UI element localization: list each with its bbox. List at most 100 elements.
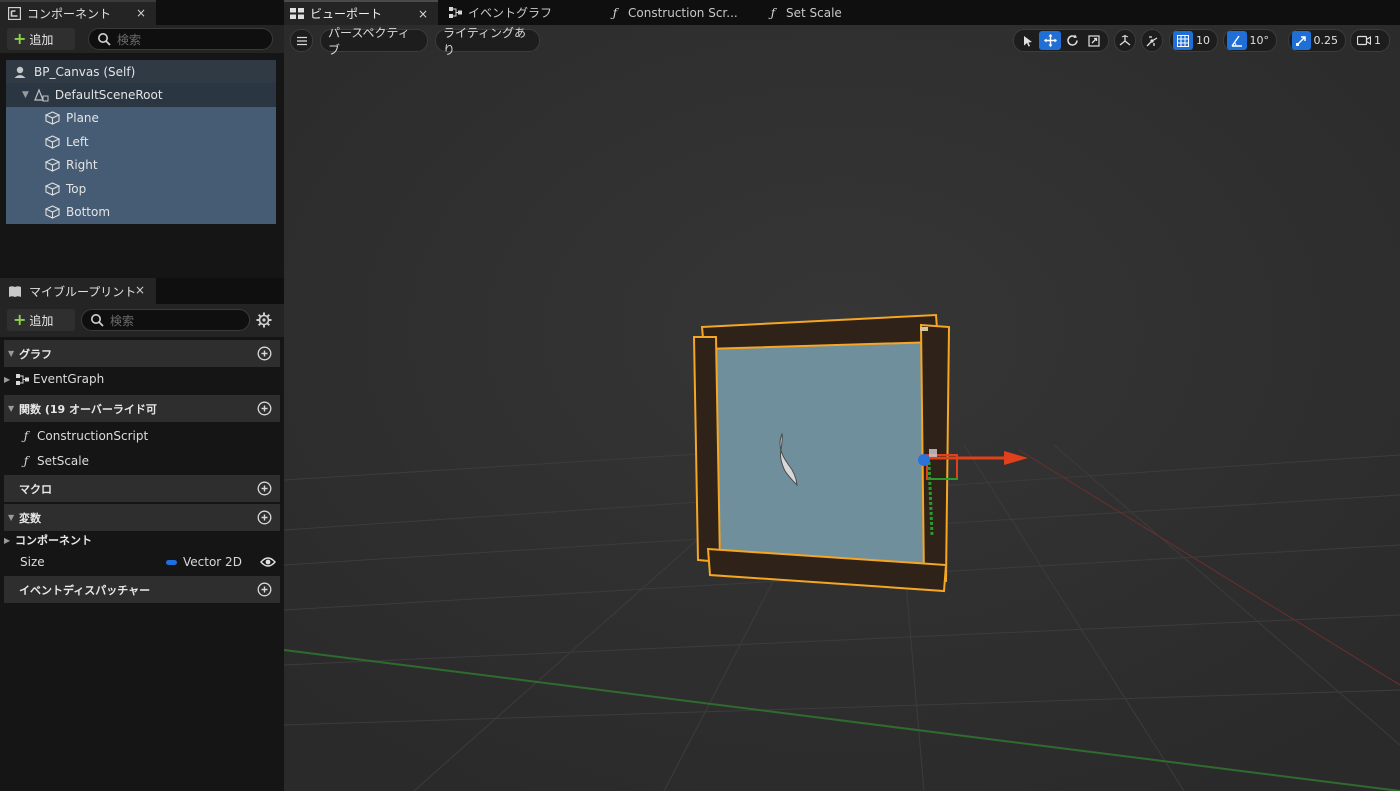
components-toolbar: + 追加 検索 — [0, 25, 284, 53]
mesh-cube-icon — [44, 135, 60, 149]
viewport-menu-button[interactable] — [290, 29, 313, 52]
add-circle-icon[interactable] — [257, 401, 272, 416]
tree-item-default-scene-root[interactable]: ▼ DefaultSceneRoot — [6, 83, 276, 107]
tree-item-label: BP_Canvas (Self) — [34, 64, 136, 79]
search-placeholder: 検索 — [110, 313, 135, 328]
search-icon — [91, 314, 104, 327]
caret-down-icon: ▼ — [8, 513, 15, 522]
function-icon: ƒ — [23, 454, 29, 468]
canvas-plane — [715, 342, 927, 570]
viewport-icon — [290, 8, 304, 19]
grid-snap-value[interactable]: 10 — [1196, 34, 1210, 47]
variable-name: Size — [20, 555, 45, 569]
tree-item-self[interactable]: BP_Canvas (Self) — [6, 60, 276, 84]
tree-item-label: Left — [66, 134, 89, 149]
scale-icon[interactable] — [1083, 31, 1105, 50]
move-icon[interactable] — [1039, 31, 1061, 50]
event-graph-item[interactable]: ▶ EventGraph — [4, 367, 280, 391]
add-circle-icon[interactable] — [257, 510, 272, 525]
function-item-construction-script[interactable]: ƒ ConstructionScript — [4, 424, 280, 448]
tab-event-graph[interactable]: イベントグラフ — [442, 0, 592, 25]
components-icon — [8, 7, 21, 20]
components-tab-label: コンポーネント — [27, 7, 112, 21]
tab-set-scale[interactable]: ƒ Set Scale — [760, 0, 880, 25]
section-event-dispatchers[interactable]: イベントディスパッチャー — [4, 576, 280, 603]
my-blueprint-tabbar: マイブループリント × — [0, 278, 284, 304]
tree-item-top[interactable]: Top — [6, 176, 276, 201]
tab-viewport[interactable]: ビューポート × — [284, 0, 438, 25]
rotation-snap-group[interactable]: 10° — [1223, 29, 1277, 52]
camera-speed-group[interactable]: 1 — [1350, 29, 1390, 52]
world-local-button[interactable] — [1114, 29, 1136, 52]
tree-item-label: Top — [66, 181, 87, 196]
tree-item-label: Bottom — [66, 205, 111, 220]
variable-type[interactable]: Vector 2D — [166, 555, 242, 569]
add-component-button[interactable]: + 追加 — [7, 28, 75, 50]
tab-label: ビューポート — [310, 7, 383, 21]
variable-category-components[interactable]: ▶ コンポーネント — [4, 528, 280, 552]
gear-icon[interactable] — [256, 312, 272, 328]
left-column: コンポーネント × + 追加 検索 BP_Canvas (Self) ▼ Def… — [0, 0, 284, 791]
lighting-button[interactable]: ライティングあり — [435, 26, 540, 57]
camera-speed-value[interactable]: 1 — [1374, 34, 1381, 47]
tab-components[interactable]: コンポーネント × — [0, 0, 156, 25]
eye-icon[interactable] — [260, 555, 276, 569]
tab-label: Set Scale — [786, 5, 842, 20]
close-icon[interactable]: × — [418, 7, 428, 21]
variable-type-label: Vector 2D — [183, 555, 242, 569]
grid-snap-icon[interactable] — [1173, 31, 1193, 50]
tree-item-label: DefaultSceneRoot — [54, 88, 163, 103]
scale-snap-icon[interactable] — [1292, 31, 1311, 50]
tab-label: Construction Scr... — [628, 5, 738, 20]
section-variables[interactable]: ▼ 変数 — [4, 504, 280, 531]
viewport[interactable]: パースペクティブ ライティングあり 10 10° 0.25 1 — [284, 25, 1400, 791]
function-label: ConstructionScript — [37, 429, 149, 443]
mesh-cube-icon — [44, 205, 60, 219]
variable-item-size[interactable]: Size Vector 2D — [4, 550, 280, 574]
tree-item-right[interactable]: Right — [6, 153, 276, 177]
add-circle-icon[interactable] — [257, 582, 272, 597]
category-label: コンポーネント — [15, 534, 92, 547]
vector2d-pill-icon — [166, 559, 177, 565]
section-functions[interactable]: ▼ 関数 (19 オーバーライド可 — [4, 395, 280, 422]
person-icon — [12, 65, 28, 79]
add-circle-icon[interactable] — [257, 346, 272, 361]
close-icon[interactable]: × — [136, 6, 146, 20]
rotate-icon[interactable] — [1061, 31, 1083, 50]
section-macros[interactable]: マクロ — [4, 475, 280, 502]
function-item-set-scale[interactable]: ƒ SetScale — [4, 449, 280, 473]
tree-item-left[interactable]: Left — [6, 130, 276, 154]
tree-item-bottom[interactable]: Bottom — [6, 200, 276, 224]
function-label: SetScale — [37, 454, 89, 468]
mesh-cube-icon — [44, 158, 60, 173]
section-graphs[interactable]: ▼ グラフ — [4, 340, 280, 367]
mesh-cube-icon — [44, 182, 60, 196]
transform-mode-group — [1013, 29, 1109, 52]
mesh-cube-icon — [44, 111, 60, 126]
caret-right-icon: ▶ — [4, 535, 11, 545]
grid-snap-group[interactable]: 10 — [1169, 29, 1218, 52]
add-circle-icon[interactable] — [257, 481, 272, 496]
caret-down-icon: ▼ — [22, 90, 29, 101]
angle-snap-icon[interactable] — [1227, 31, 1247, 50]
scale-snap-value[interactable]: 0.25 — [1314, 34, 1339, 47]
member-search-input[interactable]: 検索 — [81, 309, 250, 331]
plus-icon: + — [13, 29, 27, 48]
component-search-input[interactable]: 検索 — [88, 28, 273, 50]
gizmo-pivot[interactable] — [918, 454, 930, 466]
function-icon: ƒ — [770, 5, 776, 20]
tab-my-blueprint[interactable]: マイブループリント × — [0, 278, 156, 304]
gizmo-center-handle[interactable] — [929, 449, 937, 457]
tab-construction-script[interactable]: ƒ Construction Scr... — [602, 0, 752, 25]
corner-marker — [920, 327, 928, 331]
rotation-snap-value[interactable]: 10° — [1250, 34, 1270, 47]
canvas-object[interactable] — [692, 313, 951, 593]
tree-item-plane[interactable]: Plane — [6, 106, 276, 131]
select-cursor-icon[interactable] — [1017, 31, 1039, 50]
close-icon[interactable]: × — [135, 283, 145, 297]
surface-snap-button[interactable] — [1141, 29, 1163, 52]
perspective-button[interactable]: パースペクティブ — [320, 26, 428, 57]
add-member-button[interactable]: + 追加 — [7, 309, 75, 331]
scale-snap-group[interactable]: 0.25 — [1288, 29, 1346, 52]
search-icon — [98, 33, 111, 46]
